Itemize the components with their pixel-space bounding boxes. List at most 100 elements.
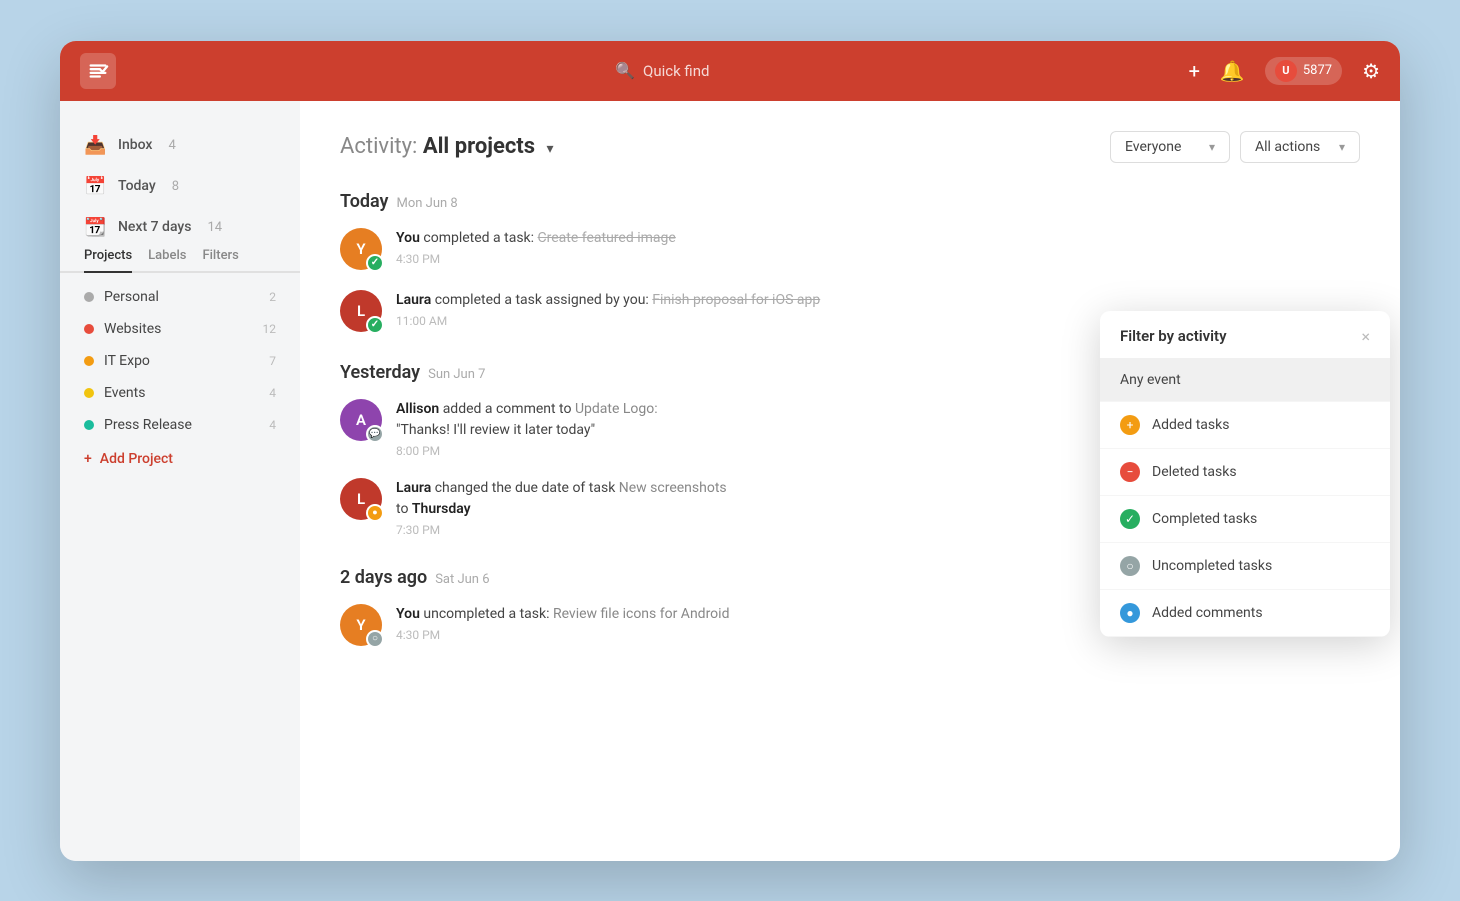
project-count: 2 (269, 290, 276, 304)
extra-info: to Thursday (396, 501, 471, 517)
sidebar-tabs: Projects Labels Filters (60, 248, 300, 273)
task-name: New screenshots (619, 480, 727, 496)
today-label: Today (118, 178, 156, 194)
filter-option-uncompleted-tasks[interactable]: ○ Uncompleted tasks (1100, 543, 1390, 590)
search-label: Quick find (643, 62, 709, 80)
quick-find[interactable]: 🔍 Quick find (615, 61, 709, 80)
logo[interactable] (80, 53, 116, 89)
main-content: 📥 Inbox 4 📅 Today 8 📆 Next 7 days 14 Pro… (60, 101, 1400, 861)
actor: Laura (396, 292, 431, 308)
activity-row: You completed a task: Create featured im… (396, 228, 1360, 249)
tab-projects[interactable]: Projects (84, 248, 132, 273)
filter-option-any[interactable]: Any event (1100, 359, 1390, 402)
project-dot (84, 420, 94, 430)
add-tasks-icon: + (1120, 415, 1140, 435)
project-item-itexpo[interactable]: IT Expo 7 (60, 345, 300, 377)
project-count: 7 (269, 354, 276, 368)
project-name: IT Expo (104, 353, 259, 369)
activity-text: Laura completed a task assigned by you: … (396, 290, 820, 311)
task-name: Review file icons for Android (553, 606, 730, 622)
title-arrow-icon[interactable]: ▾ (547, 141, 554, 157)
uncomplete-tasks-icon: ○ (1120, 556, 1140, 576)
comment-text: "Thanks! I'll review it later today" (396, 422, 595, 438)
project-item-events[interactable]: Events 4 (60, 377, 300, 409)
filter-popup: Filter by activity × Any event + Added t… (1100, 311, 1390, 637)
tab-filters[interactable]: Filters (202, 248, 238, 273)
day-title: Yesterday (340, 362, 420, 383)
activity-text: You completed a task: Create featured im… (396, 228, 676, 249)
any-event-label: Any event (1120, 372, 1181, 388)
inbox-count: 4 (168, 138, 175, 153)
activity-time: 4:30 PM (396, 252, 1360, 266)
settings-icon[interactable]: ⚙ (1362, 59, 1380, 83)
filter-option-deleted-tasks[interactable]: − Deleted tasks (1100, 449, 1390, 496)
project-count: 4 (269, 386, 276, 400)
project-count: 12 (263, 322, 277, 336)
activity-content: You completed a task: Create featured im… (396, 228, 1360, 266)
all-actions-dropdown[interactable]: All actions ▾ (1240, 131, 1360, 163)
everyone-dropdown[interactable]: Everyone ▾ (1110, 131, 1230, 163)
header-actions: + 🔔 U 5877 ⚙ (1189, 57, 1380, 85)
project-dot (84, 324, 94, 334)
tab-labels[interactable]: Labels (148, 248, 186, 273)
project-dot (84, 292, 94, 302)
task-name: Update Logo: (575, 401, 658, 417)
filter-option-added-tasks[interactable]: + Added tasks (1100, 402, 1390, 449)
next7-icon: 📆 (84, 217, 106, 238)
popup-header: Filter by activity × (1100, 311, 1390, 359)
notification-button[interactable]: 🔔 (1220, 59, 1245, 83)
complete-tasks-icon: ✓ (1120, 509, 1140, 529)
avatar-wrap: A 💬 (340, 399, 382, 441)
actor: You (396, 606, 420, 622)
activity-title: Activity: All projects ▾ (340, 134, 554, 159)
project-name: Personal (104, 289, 259, 305)
delete-tasks-icon: − (1120, 462, 1140, 482)
project-item-websites[interactable]: Websites 12 (60, 313, 300, 345)
filter-controls: Everyone ▾ All actions ▾ (1110, 131, 1360, 163)
everyone-label: Everyone (1125, 139, 1181, 155)
activity-text: You uncompleted a task: Review file icon… (396, 604, 729, 625)
day-sub: Mon Jun 8 (397, 196, 458, 211)
close-button[interactable]: × (1361, 327, 1370, 346)
user-badge[interactable]: U 5877 (1265, 57, 1342, 85)
search-area: 🔍 Quick find (136, 61, 1189, 80)
next7-count: 14 (207, 220, 222, 235)
activity-text: Laura changed the due date of task New s… (396, 478, 727, 520)
completed-tasks-label: Completed tasks (1152, 511, 1257, 527)
filter-option-added-comments[interactable]: ● Added comments (1100, 590, 1390, 637)
chevron-down-icon: ▾ (1209, 140, 1215, 154)
chevron-down-icon: ▾ (1339, 140, 1345, 154)
day-title: Today (340, 191, 389, 212)
comment-icon: ● (1120, 603, 1140, 623)
activity-text: Allison added a comment to Update Logo: … (396, 399, 658, 441)
day-sub: Sat Jun 6 (435, 572, 489, 587)
avatar: U (1275, 60, 1297, 82)
action: completed a task: (423, 230, 537, 246)
actor: Allison (396, 401, 439, 417)
day-title: 2 days ago (340, 567, 427, 588)
all-actions-label: All actions (1255, 139, 1320, 155)
project-item-personal[interactable]: Personal 2 (60, 281, 300, 313)
sidebar-item-today[interactable]: 📅 Today 8 (60, 166, 300, 207)
sidebar-item-inbox[interactable]: 📥 Inbox 4 (60, 125, 300, 166)
today-count: 8 (172, 179, 179, 194)
project-dot (84, 388, 94, 398)
add-project-button[interactable]: + Add Project (60, 441, 300, 477)
project-name: Events (104, 385, 259, 401)
project-item-press-release[interactable]: Press Release 4 (60, 409, 300, 441)
day-header: Today Mon Jun 8 (340, 191, 1360, 212)
sidebar-item-next7[interactable]: 📆 Next 7 days 14 (60, 207, 300, 248)
avatar-wrap: Y ✓ (340, 228, 382, 270)
filter-option-completed-tasks[interactable]: ✓ Completed tasks (1100, 496, 1390, 543)
activity-row: Laura completed a task assigned by you: … (396, 290, 1360, 311)
completed-badge: ✓ (366, 254, 384, 272)
task-name: Finish proposal for iOS app (652, 292, 820, 308)
title-prefix: Activity: (340, 134, 417, 159)
added-tasks-label: Added tasks (1152, 417, 1229, 433)
popup-title: Filter by activity (1120, 327, 1227, 345)
add-button[interactable]: + (1189, 59, 1200, 83)
app-window: 🔍 Quick find + 🔔 U 5877 ⚙ 📥 Inbox 4 📅 (60, 41, 1400, 861)
inbox-icon: 📥 (84, 135, 106, 156)
project-name: Websites (104, 321, 253, 337)
actor: You (396, 230, 420, 246)
